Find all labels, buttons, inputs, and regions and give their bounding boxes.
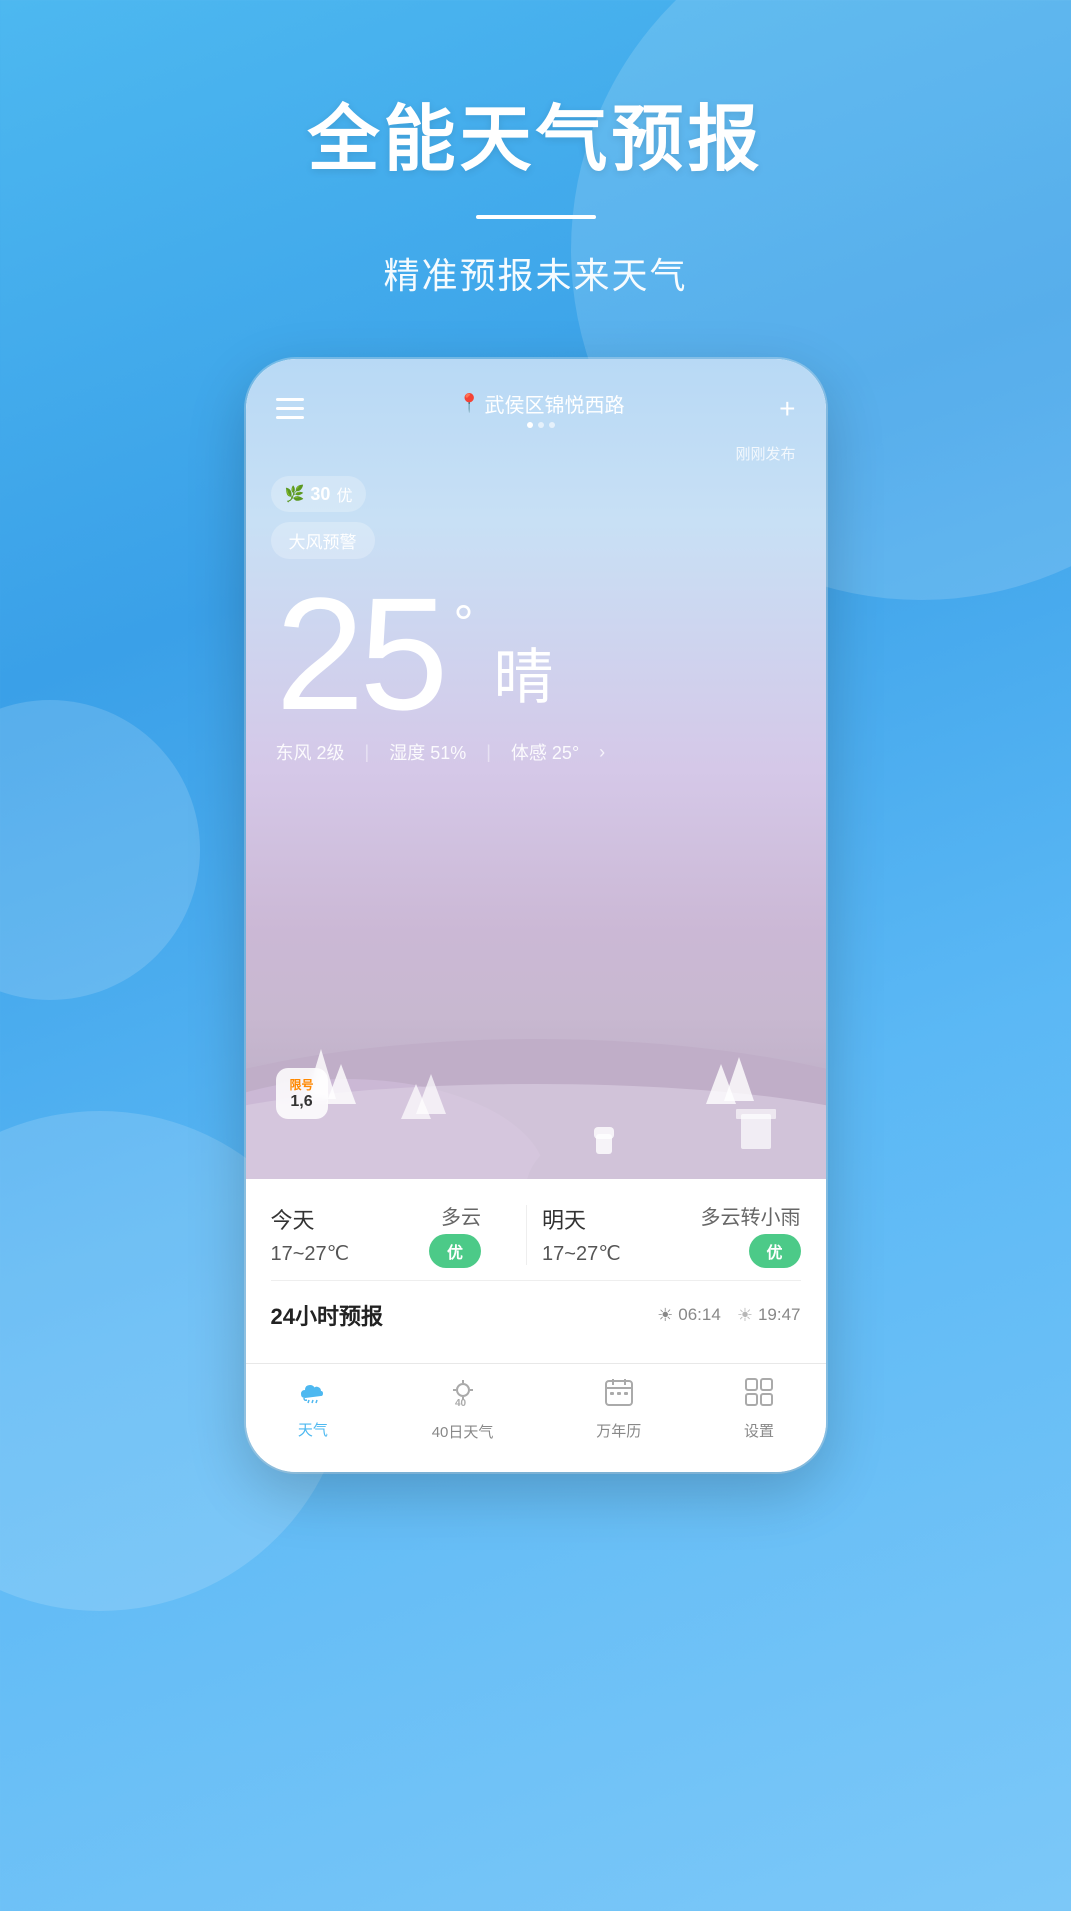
tomorrow-forecast: 明天 17~27℃ — [542, 1203, 701, 1266]
separator-2: | — [486, 742, 491, 763]
dot-2 — [538, 422, 544, 428]
title-section: 全能天气预报 精准预报未来天气 — [0, 0, 1071, 299]
today-quality: 优 — [429, 1234, 481, 1268]
phone-frame: 📍 武侯区锦悦西路 + 刚刚发布 🌿 30 优 — [246, 359, 826, 1472]
weather-area: 📍 武侯区锦悦西路 + 刚刚发布 🌿 30 优 — [246, 359, 826, 1179]
calendar-icon — [604, 1377, 634, 1414]
forecast-24h-header: 24小时预报 ☀ 06:14 ☀ 19:47 — [271, 1281, 801, 1343]
sunset-icon: ☀ — [737, 1305, 753, 1326]
sunrise-icon: ☀ — [657, 1305, 673, 1326]
tomorrow-condition-quality: 多云转小雨 优 — [701, 1201, 801, 1268]
license-title: 限号 — [290, 1076, 314, 1093]
cloud-icon — [297, 1378, 329, 1413]
forecast-divider — [526, 1205, 527, 1265]
chevron-right-icon[interactable]: › — [599, 742, 605, 763]
menu-line-1 — [276, 398, 304, 401]
temperature-value: 25 — [276, 574, 444, 734]
phone-topbar: 📍 武侯区锦悦西路 + — [246, 359, 826, 438]
phone-bottom: 今天 17~27℃ 多云 优 明天 17~27℃ 多云转小雨 优 — [246, 1179, 826, 1363]
weather-details: 东风 2级 | 湿度 51% | 体感 25° › — [246, 734, 826, 770]
tomorrow-condition: 多云转小雨 — [701, 1201, 801, 1230]
today-forecast: 今天 17~27℃ — [271, 1203, 430, 1266]
forecast-row: 今天 17~27℃ 多云 优 明天 17~27℃ 多云转小雨 优 — [271, 1179, 801, 1281]
menu-line-3 — [276, 416, 304, 419]
degree-symbol: ° — [453, 594, 473, 652]
today-temp: 17~27℃ — [271, 1241, 430, 1266]
nav-item-40day[interactable]: 40 40日天气 — [432, 1376, 494, 1442]
nav-label-calendar: 万年历 — [596, 1420, 641, 1441]
aqi-label: 优 — [336, 482, 352, 506]
svg-text:40: 40 — [455, 1398, 467, 1408]
location-dots — [527, 422, 555, 428]
tomorrow-temp: 17~27℃ — [542, 1241, 701, 1266]
nav-label-settings: 设置 — [744, 1420, 774, 1441]
dot-3 — [549, 422, 555, 428]
tomorrow-label: 明天 — [542, 1203, 701, 1235]
aqi-badge: 🌿 30 优 — [271, 476, 367, 512]
nav-label-weather: 天气 — [298, 1419, 328, 1440]
bottom-nav: 天气 40 40日天气 — [246, 1363, 826, 1472]
location-text[interactable]: 📍 武侯区锦悦西路 — [458, 389, 624, 418]
landscape-scene — [246, 919, 826, 1179]
nav-item-weather[interactable]: 天气 — [297, 1378, 329, 1440]
license-badge: 限号 1,6 — [276, 1068, 328, 1119]
location-name: 武侯区锦悦西路 — [485, 389, 625, 418]
grid-icon — [744, 1377, 774, 1414]
publish-time: 刚刚发布 — [246, 443, 826, 464]
feel-detail: 体感 25° — [511, 739, 579, 765]
leaf-icon: 🌿 — [285, 484, 305, 504]
phone-mockup: 📍 武侯区锦悦西路 + 刚刚发布 🌿 30 优 — [0, 359, 1071, 1472]
tomorrow-quality: 优 — [749, 1234, 801, 1268]
aqi-number: 30 — [310, 484, 330, 505]
sunrise-info: ☀ 06:14 ☀ 19:47 — [657, 1305, 800, 1326]
main-title: 全能天气预报 — [0, 80, 1071, 185]
location-area: 📍 武侯区锦悦西路 — [458, 389, 624, 428]
dot-1 — [527, 422, 533, 428]
sun40-icon: 40 — [447, 1376, 479, 1415]
menu-line-2 — [276, 407, 304, 410]
add-location-button[interactable]: + — [779, 393, 795, 425]
title-divider — [476, 215, 596, 219]
temperature-area: 25 ° 晴 — [246, 559, 826, 734]
today-label: 今天 — [271, 1203, 430, 1235]
landscape-svg — [246, 919, 826, 1179]
nav-label-40day: 40日天气 — [432, 1421, 494, 1442]
sunset-item: ☀ 19:47 — [737, 1305, 801, 1326]
warning-badge: 大风预警 — [271, 522, 375, 559]
forecast-24h-title: 24小时预报 — [271, 1299, 383, 1331]
wind-detail: 东风 2级 — [276, 739, 345, 765]
subtitle: 精准预报未来天气 — [0, 247, 1071, 299]
separator-1: | — [365, 742, 370, 763]
humidity-detail: 湿度 51% — [389, 739, 466, 765]
nav-item-calendar[interactable]: 万年历 — [596, 1377, 641, 1441]
today-condition-quality: 多云 优 — [429, 1201, 481, 1268]
nav-item-settings[interactable]: 设置 — [744, 1377, 774, 1441]
sunrise-time: 06:14 — [678, 1305, 721, 1325]
today-condition: 多云 — [441, 1201, 481, 1230]
menu-button[interactable] — [276, 398, 304, 419]
license-numbers: 1,6 — [290, 1093, 314, 1111]
weather-condition: 晴 — [493, 629, 553, 716]
sunset-time: 19:47 — [758, 1305, 801, 1325]
sunrise-item: ☀ 06:14 — [657, 1305, 721, 1326]
pin-icon: 📍 — [458, 393, 480, 414]
